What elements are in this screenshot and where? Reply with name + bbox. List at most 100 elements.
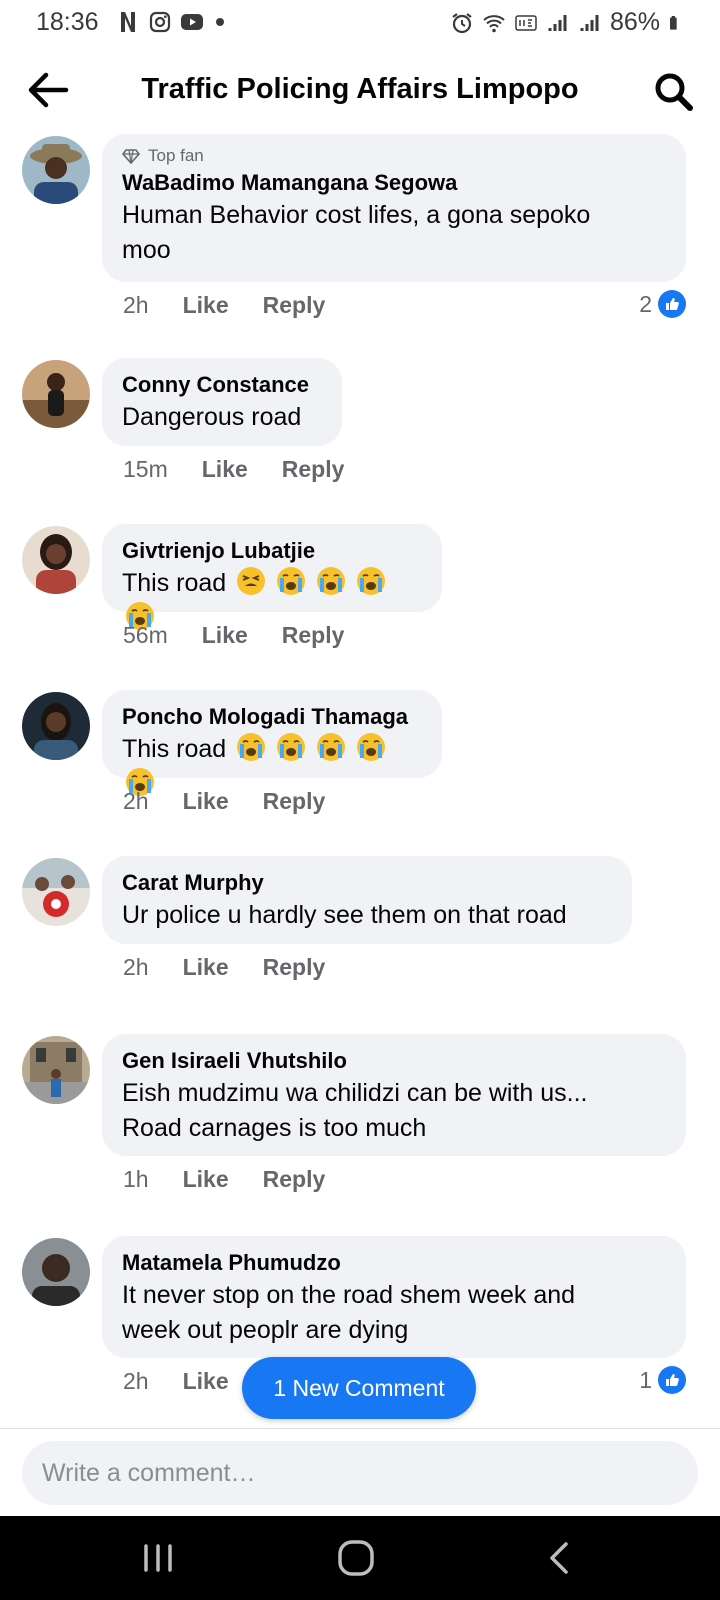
comment-text: This road — [122, 569, 227, 597]
diamond-icon — [122, 149, 140, 165]
crying-face-emoji-icon — [357, 733, 386, 761]
comment-bubble[interactable]: Matamela Phumudzo It never stop on the r… — [102, 1236, 686, 1358]
like-reaction-icon — [658, 1366, 686, 1394]
signal-icon — [548, 14, 567, 31]
crying-face-emoji-icon — [357, 567, 386, 595]
comment-bubble[interactable]: Top fan WaBadimo Mamangana Segowa Human … — [102, 134, 686, 282]
system-navigation-bar — [0, 1516, 720, 1600]
like-button[interactable]: Like — [183, 1166, 229, 1193]
battery-icon — [670, 15, 677, 30]
volte-icon — [515, 14, 537, 31]
comment-actions: 56m Like Reply — [123, 622, 344, 649]
commenter-name[interactable]: Givtrienjo Lubatjie — [122, 536, 422, 566]
avatar[interactable] — [22, 360, 90, 428]
comment-text-line: Road carnages is too much — [122, 1114, 427, 1142]
comment-text-line: It never stop on the road shem week and — [122, 1281, 576, 1309]
search-icon[interactable] — [652, 70, 694, 112]
comment-time[interactable]: 15m — [123, 456, 168, 483]
home-icon[interactable] — [334, 1538, 378, 1578]
comment-actions: 2h Like — [123, 1368, 229, 1395]
comment-time[interactable]: 2h — [123, 954, 149, 981]
commenter-name[interactable]: Gen Isiraeli Vhutshilo — [122, 1046, 666, 1076]
instagram-icon — [149, 11, 171, 33]
page-title: Traffic Policing Affairs Limpopo — [141, 73, 579, 105]
signal-2-icon — [580, 14, 599, 31]
comment-actions: 15m Like Reply — [123, 456, 344, 483]
comment-text-line: Human Behavior cost lifes, a gona sepoko — [122, 201, 591, 229]
comment-time[interactable]: 2h — [123, 788, 149, 815]
back-arrow-icon[interactable] — [26, 70, 70, 110]
avatar[interactable] — [22, 136, 90, 204]
reaction-number: 1 — [639, 1366, 652, 1393]
notification-icons — [116, 10, 236, 34]
reaction-count[interactable]: 2 — [639, 290, 686, 318]
comment-actions: 2h Like Reply — [123, 788, 325, 815]
comment-bubble[interactable]: Gen Isiraeli Vhutshilo Eish mudzimu wa c… — [102, 1034, 686, 1156]
netflix-icon — [121, 12, 135, 32]
write-comment-input[interactable] — [22, 1441, 698, 1505]
comment-text-line: Ur police u hardly see them on that road — [122, 901, 567, 929]
avatar[interactable] — [22, 1238, 90, 1306]
reaction-number: 2 — [639, 290, 652, 317]
commenter-name[interactable]: WaBadimo Mamangana Segowa — [122, 168, 666, 198]
comment-bubble[interactable]: Conny Constance Dangerous road — [102, 358, 342, 446]
reply-button[interactable]: Reply — [263, 954, 326, 981]
comment-bubble[interactable]: Carat Murphy Ur police u hardly see them… — [102, 856, 632, 944]
status-bar: 18:36 86% — [0, 0, 720, 46]
comment-time[interactable]: 56m — [123, 622, 168, 649]
crying-face-emoji-icon — [277, 733, 306, 761]
badge-label: Top fan — [148, 146, 204, 165]
dot-icon — [216, 18, 224, 26]
like-button[interactable]: Like — [183, 1368, 229, 1395]
crying-face-emoji-icon — [317, 567, 346, 595]
youtube-icon — [181, 14, 203, 30]
new-comment-button[interactable]: 1 New Comment — [242, 1357, 476, 1419]
comment-actions: 2h Like Reply — [123, 954, 325, 981]
crying-face-emoji-icon — [237, 733, 266, 761]
comment-text-line: week out peoplr are dying — [122, 1316, 409, 1344]
reply-button[interactable]: Reply — [263, 292, 326, 319]
like-button[interactable]: Like — [202, 622, 248, 649]
comment-time[interactable]: 2h — [123, 292, 149, 319]
commenter-name[interactable]: Carat Murphy — [122, 868, 612, 898]
page-header: Traffic Policing Affairs Limpopo — [0, 58, 720, 122]
crying-face-emoji-icon — [277, 567, 306, 595]
comment-actions: 1h Like Reply — [123, 1166, 325, 1193]
system-icons: 86% — [450, 8, 684, 37]
status-time: 18:36 — [36, 8, 99, 36]
wifi-icon — [483, 14, 505, 32]
comment-time[interactable]: 2h — [123, 1368, 149, 1395]
like-button[interactable]: Like — [183, 292, 229, 319]
comment-time[interactable]: 1h — [123, 1166, 149, 1193]
crying-face-emoji-icon — [317, 733, 346, 761]
avatar[interactable] — [22, 526, 90, 594]
comment-text-line: Dangerous road — [122, 403, 302, 431]
avatar[interactable] — [22, 858, 90, 926]
reply-button[interactable]: Reply — [282, 622, 345, 649]
like-button[interactable]: Like — [202, 456, 248, 483]
tired-face-emoji-icon — [237, 567, 266, 595]
comment-text-line: Eish mudzimu wa chilidzi can be with us.… — [122, 1079, 588, 1107]
comment-actions: 2h Like Reply — [123, 292, 325, 319]
comment-composer — [0, 1428, 720, 1514]
reaction-count[interactable]: 1 — [639, 1366, 686, 1394]
commenter-name[interactable]: Poncho Mologadi Thamaga — [122, 702, 422, 732]
reply-button[interactable]: Reply — [263, 788, 326, 815]
top-fan-badge: Top fan — [122, 146, 666, 166]
battery-percent: 86% — [609, 8, 660, 36]
avatar[interactable] — [22, 692, 90, 760]
commenter-name[interactable]: Conny Constance — [122, 370, 322, 400]
reply-button[interactable]: Reply — [263, 1166, 326, 1193]
like-button[interactable]: Like — [183, 954, 229, 981]
reply-button[interactable]: Reply — [282, 456, 345, 483]
comment-bubble[interactable]: Poncho Mologadi Thamaga This road — [102, 690, 442, 796]
comment-text-line: moo — [122, 236, 171, 264]
back-nav-icon[interactable] — [538, 1538, 582, 1578]
comment-bubble[interactable]: Givtrienjo Lubatjie This road — [102, 524, 442, 630]
commenter-name[interactable]: Matamela Phumudzo — [122, 1248, 666, 1278]
recent-apps-icon[interactable] — [136, 1538, 180, 1578]
like-button[interactable]: Like — [183, 788, 229, 815]
comment-text: This road — [122, 735, 227, 763]
like-reaction-icon — [658, 290, 686, 318]
avatar[interactable] — [22, 1036, 90, 1104]
